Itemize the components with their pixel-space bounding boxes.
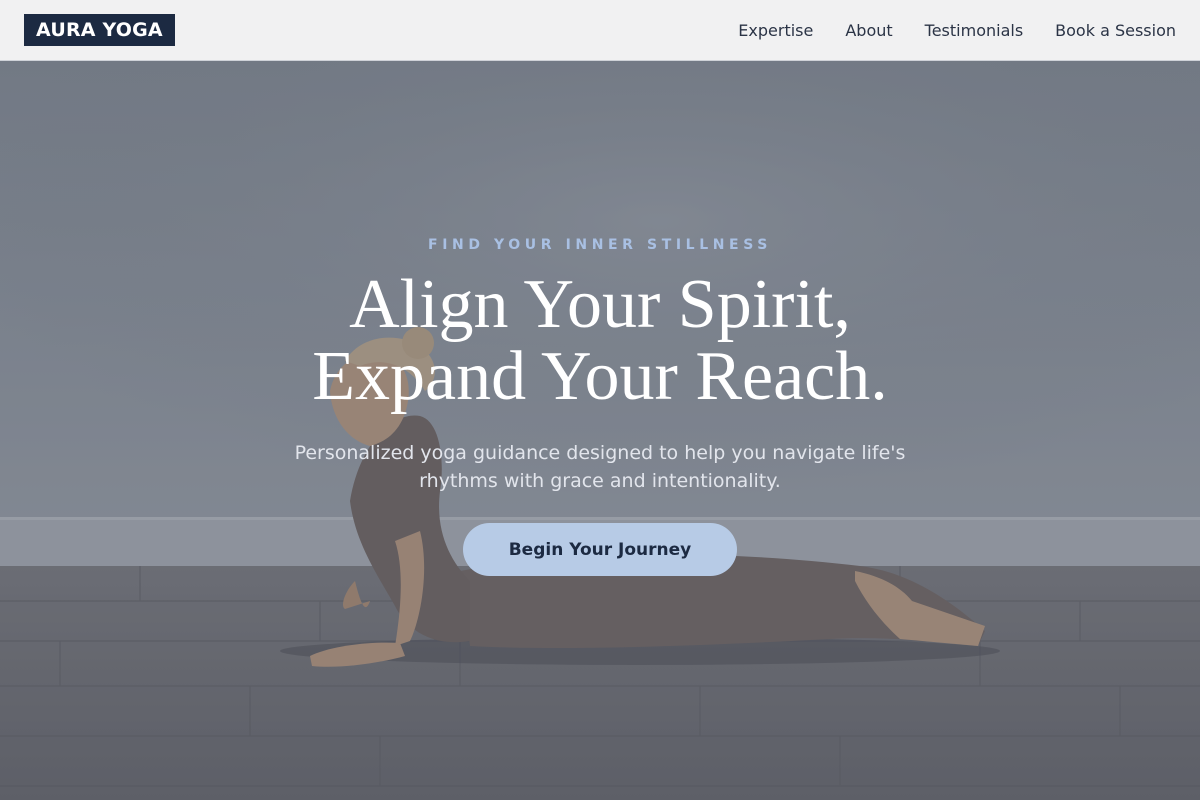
nav-link-about[interactable]: About (845, 21, 892, 40)
hero-overlay (0, 61, 1200, 800)
nav-link-book-session[interactable]: Book a Session (1055, 21, 1176, 40)
hero-headline-line-2: Expand Your Reach. (312, 338, 888, 415)
hero-subtitle: Personalized yoga guidance designed to h… (294, 442, 906, 492)
begin-journey-button[interactable]: Begin Your Journey (463, 523, 737, 576)
main-nav: Expertise About Testimonials Book a Sess… (738, 21, 1176, 40)
nav-link-testimonials[interactable]: Testimonials (925, 21, 1024, 40)
hero-headline-line-1: Align Your Spirit, (349, 266, 851, 343)
site-logo[interactable]: AURA YOGA (24, 14, 175, 46)
nav-link-expertise[interactable]: Expertise (738, 21, 813, 40)
hero-headline: Align Your Spirit, Expand Your Reach. (0, 269, 1200, 413)
site-header: AURA YOGA Expertise About Testimonials B… (0, 0, 1200, 61)
hero-eyebrow: FIND YOUR INNER STILLNESS (428, 237, 772, 253)
hero-section: FIND YOUR INNER STILLNESS Align Your Spi… (0, 61, 1200, 800)
